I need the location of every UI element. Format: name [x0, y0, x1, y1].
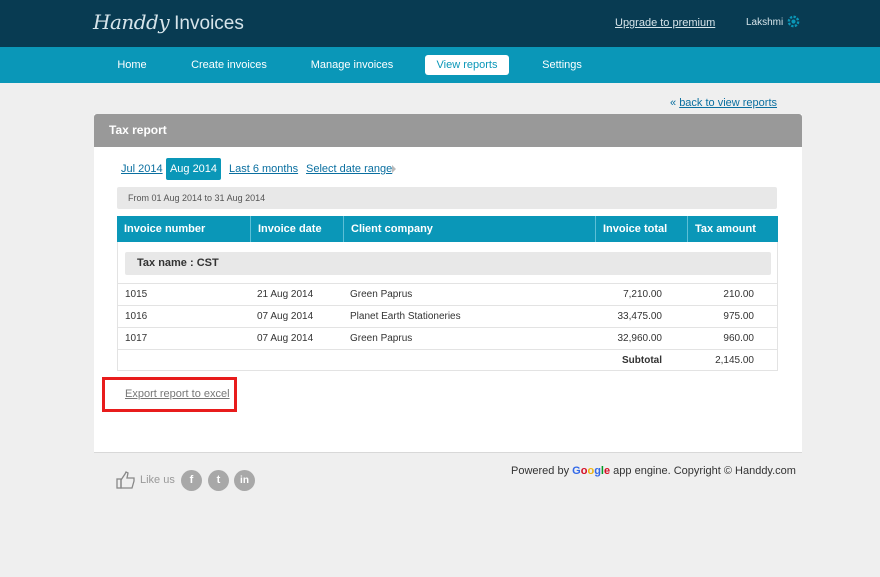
- main-nav: Home Create invoices Manage invoices Vie…: [0, 47, 880, 83]
- invoice-date: 21 Aug 2014: [257, 289, 314, 300]
- invoice-date: 07 Aug 2014: [257, 333, 314, 344]
- nav-create-invoices[interactable]: Create invoices: [184, 55, 274, 75]
- nav-settings[interactable]: Settings: [535, 55, 589, 75]
- nav-view-reports[interactable]: View reports: [425, 55, 509, 75]
- tax-amount: 975.00: [723, 311, 754, 322]
- tax-amount: 960.00: [723, 333, 754, 344]
- nav-manage-invoices[interactable]: Manage invoices: [302, 55, 402, 75]
- invoice-total: 32,960.00: [617, 333, 663, 344]
- invoice-total: 33,475.00: [617, 311, 663, 322]
- top-bar: Handdy Invoices Upgrade to premium Laksh…: [0, 0, 880, 47]
- column-header[interactable]: Client company: [344, 216, 596, 242]
- export-to-excel-link[interactable]: Export report to excel: [125, 388, 230, 400]
- linkedin-icon[interactable]: in: [234, 470, 255, 491]
- double-chevron-left-icon: «: [670, 97, 677, 109]
- period-jul-2014[interactable]: Jul 2014: [121, 158, 163, 180]
- client-company: Green Paprus: [350, 333, 413, 344]
- powered-suffix: app engine. Copyright © Handdy.com: [613, 465, 796, 477]
- logo-script: Handdy: [93, 10, 170, 34]
- invoice-total: 7,210.00: [623, 289, 662, 300]
- invoice-number: 1017: [125, 333, 148, 344]
- table-row[interactable]: 1015 21 Aug 2014 Green Paprus 7,210.00 2…: [118, 283, 777, 305]
- facebook-icon[interactable]: f: [181, 470, 202, 491]
- panel-title: Tax report: [94, 114, 802, 147]
- twitter-icon[interactable]: t: [208, 470, 229, 491]
- invoice-number: 1016: [125, 311, 148, 322]
- column-header[interactable]: Invoice total: [596, 216, 688, 242]
- period-select-date-range[interactable]: Select date range: [306, 158, 392, 180]
- column-header[interactable]: Invoice number: [117, 216, 251, 242]
- client-company: Green Paprus: [350, 289, 413, 300]
- powered-prefix: Powered by: [511, 465, 570, 477]
- gear-icon[interactable]: [786, 14, 801, 29]
- invoice-date: 07 Aug 2014: [257, 311, 314, 322]
- user-name[interactable]: Lakshmi: [746, 17, 783, 28]
- back-to-reports-link[interactable]: « back to view reports: [670, 97, 777, 109]
- tax-amount: 210.00: [723, 289, 754, 300]
- powered-by-text: Powered by Google app engine. Copyright …: [511, 465, 796, 477]
- triangle-right-icon: [392, 165, 396, 173]
- upgrade-link[interactable]: Upgrade to premium: [615, 17, 715, 29]
- period-aug-2014[interactable]: Aug 2014: [166, 158, 221, 180]
- tax-report-table: Invoice number Invoice date Client compa…: [117, 216, 778, 371]
- nav-home[interactable]: Home: [108, 55, 156, 75]
- column-header[interactable]: Tax amount: [688, 216, 778, 242]
- back-link-label: back to view reports: [679, 97, 778, 109]
- subtotal-value: 2,145.00: [715, 355, 754, 366]
- subtotal-row: Subtotal 2,145.00: [118, 349, 777, 371]
- invoice-number: 1015: [125, 289, 148, 300]
- column-header[interactable]: Invoice date: [251, 216, 344, 242]
- table-row[interactable]: 1017 07 Aug 2014 Green Paprus 32,960.00 …: [118, 327, 777, 349]
- tax-name-label: Tax name : CST: [125, 252, 771, 275]
- subtotal-label: Subtotal: [622, 355, 662, 366]
- table-header: Invoice number Invoice date Client compa…: [117, 216, 778, 242]
- period-last-6-months[interactable]: Last 6 months: [229, 158, 298, 180]
- logo-text: Invoices: [174, 13, 244, 34]
- like-us-label: Like us: [140, 474, 175, 486]
- date-range-text: From 01 Aug 2014 to 31 Aug 2014: [117, 187, 777, 209]
- thumbs-up-icon: [116, 471, 135, 489]
- app-logo[interactable]: Handdy Invoices: [93, 10, 244, 38]
- table-row[interactable]: 1016 07 Aug 2014 Planet Earth Stationeri…: [118, 305, 777, 327]
- like-us[interactable]: Like us: [116, 470, 175, 490]
- google-logo: Google: [572, 465, 611, 477]
- client-company: Planet Earth Stationeries: [350, 311, 461, 322]
